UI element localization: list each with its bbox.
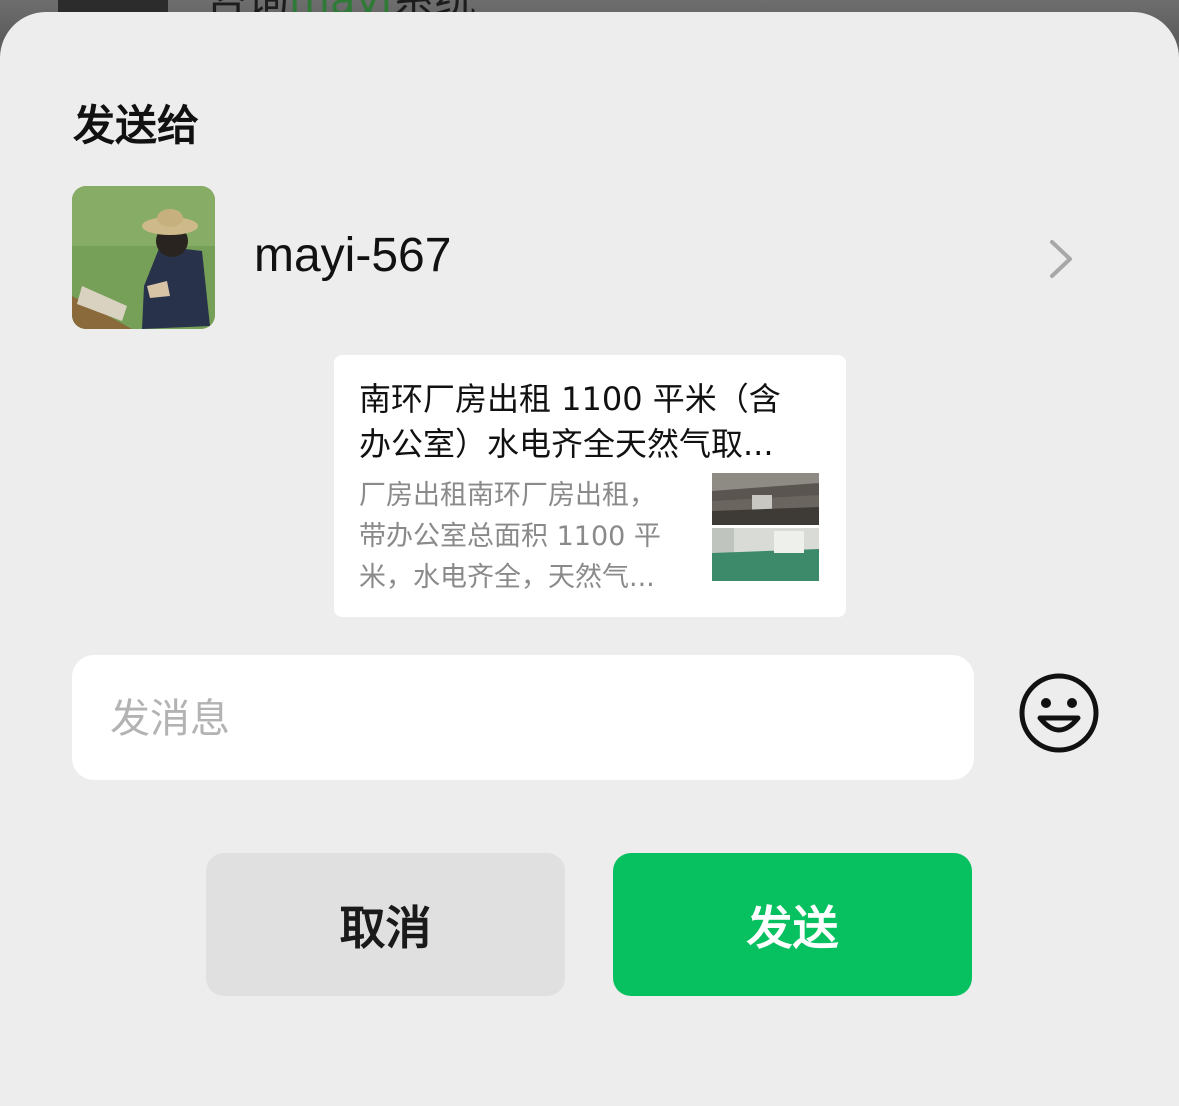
card-description-line: 带办公室总面积 1100 平 <box>359 521 661 552</box>
send-button[interactable]: 发送 <box>613 853 972 996</box>
avatar-photo <box>72 186 215 329</box>
cancel-button[interactable]: 取消 <box>206 853 565 996</box>
warehouse-photo <box>712 473 819 581</box>
message-box <box>72 655 974 782</box>
recipient-row[interactable]: mayi-567 <box>72 186 1107 331</box>
card-description-line: 厂房出租南环厂房出租， <box>359 480 656 511</box>
send-to-sheet: 发送给 mayi-567 南环厂房出租 1100 平米（含 办公室）水电齐全天然… <box>0 12 1179 1106</box>
card-title-line: 办公室）水电齐全天然气取... <box>359 425 774 463</box>
chevron-right-icon <box>1050 240 1072 278</box>
recipient-avatar <box>72 186 215 329</box>
card-thumbnail <box>712 473 819 581</box>
shared-article-card: 南环厂房出租 1100 平米（含 办公室）水电齐全天然气取... 厂房出租南环厂… <box>334 355 846 617</box>
message-input[interactable] <box>108 655 952 782</box>
recipient-name: mayi-567 <box>254 229 452 282</box>
card-title-line: 南环厂房出租 1100 平米（含 <box>359 380 781 418</box>
card-description: 厂房出租南环厂房出租， 带办公室总面积 1100 平 米，水电齐全，天然气... <box>359 475 684 598</box>
card-title: 南环厂房出租 1100 平米（含 办公室）水电齐全天然气取... <box>359 377 799 467</box>
emoji-smile-icon <box>1019 673 1099 753</box>
sheet-title: 发送给 <box>73 101 200 150</box>
emoji-button[interactable] <box>1018 672 1100 754</box>
card-description-line: 米，水电齐全，天然气... <box>359 562 655 593</box>
